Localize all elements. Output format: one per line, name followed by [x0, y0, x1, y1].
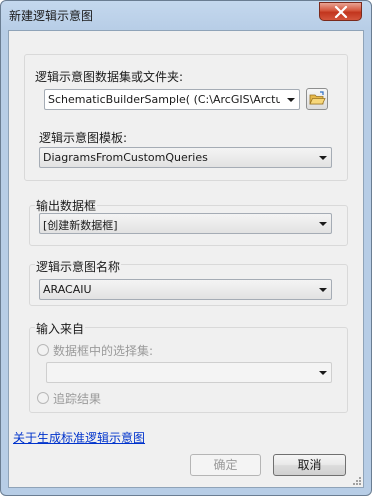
- title-bar: 新建逻辑示意图: [1, 1, 371, 29]
- dialog-body: 逻辑示意图数据集或文件夹: SchematicBuilderSample( (C…: [8, 30, 364, 488]
- chevron-down-icon: [319, 371, 327, 375]
- diagram-name-value: ARACAIU: [43, 283, 92, 296]
- selection-radio[interactable]: [37, 344, 49, 356]
- dialog-window: 新建逻辑示意图 逻辑示意图数据集或文件夹: SchematicBuilderSa…: [0, 0, 372, 496]
- output-frame-label: 输出数据框: [35, 197, 98, 214]
- browse-folder-button[interactable]: [306, 88, 328, 110]
- cancel-button[interactable]: 取消: [273, 454, 346, 476]
- input-from-label: 输入来自: [35, 320, 86, 337]
- chevron-down-icon: [319, 288, 327, 292]
- template-combobox[interactable]: DiagramsFromCustomQueries: [39, 147, 332, 168]
- template-value: DiagramsFromCustomQueries: [43, 151, 208, 164]
- resize-grip-icon[interactable]: [352, 476, 362, 486]
- window-title: 新建逻辑示意图: [9, 9, 94, 23]
- close-button[interactable]: [319, 2, 362, 21]
- chevron-down-icon: [319, 222, 327, 226]
- trace-result-radio[interactable]: [37, 392, 49, 404]
- open-folder-icon: [309, 91, 326, 105]
- dataset-label: 逻辑示意图数据集或文件夹:: [35, 70, 184, 84]
- diagram-name-label: 逻辑示意图名称: [35, 258, 122, 275]
- diagram-name-combobox[interactable]: ARACAIU: [39, 279, 332, 300]
- output-frame-combobox[interactable]: [创建新数据框]: [39, 213, 332, 234]
- dataset-value: SchematicBuilderSample( (C:\ArcGIS\Arctu…: [48, 93, 280, 106]
- selection-combobox[interactable]: [46, 362, 332, 383]
- output-frame-value: [创建新数据框]: [43, 219, 118, 232]
- ok-button[interactable]: 确定: [190, 454, 261, 476]
- chevron-down-icon: [319, 156, 327, 160]
- template-label: 逻辑示意图模板:: [39, 131, 128, 145]
- selection-label: 数据框中的选择集:: [53, 344, 154, 358]
- trace-result-label: 追踪结果: [53, 392, 102, 406]
- dataset-combobox[interactable]: SchematicBuilderSample( (C:\ArcGIS\Arctu…: [44, 89, 300, 110]
- chevron-down-icon: [287, 98, 295, 102]
- help-link[interactable]: 关于生成标准逻辑示意图: [13, 429, 145, 446]
- close-icon: [334, 6, 348, 18]
